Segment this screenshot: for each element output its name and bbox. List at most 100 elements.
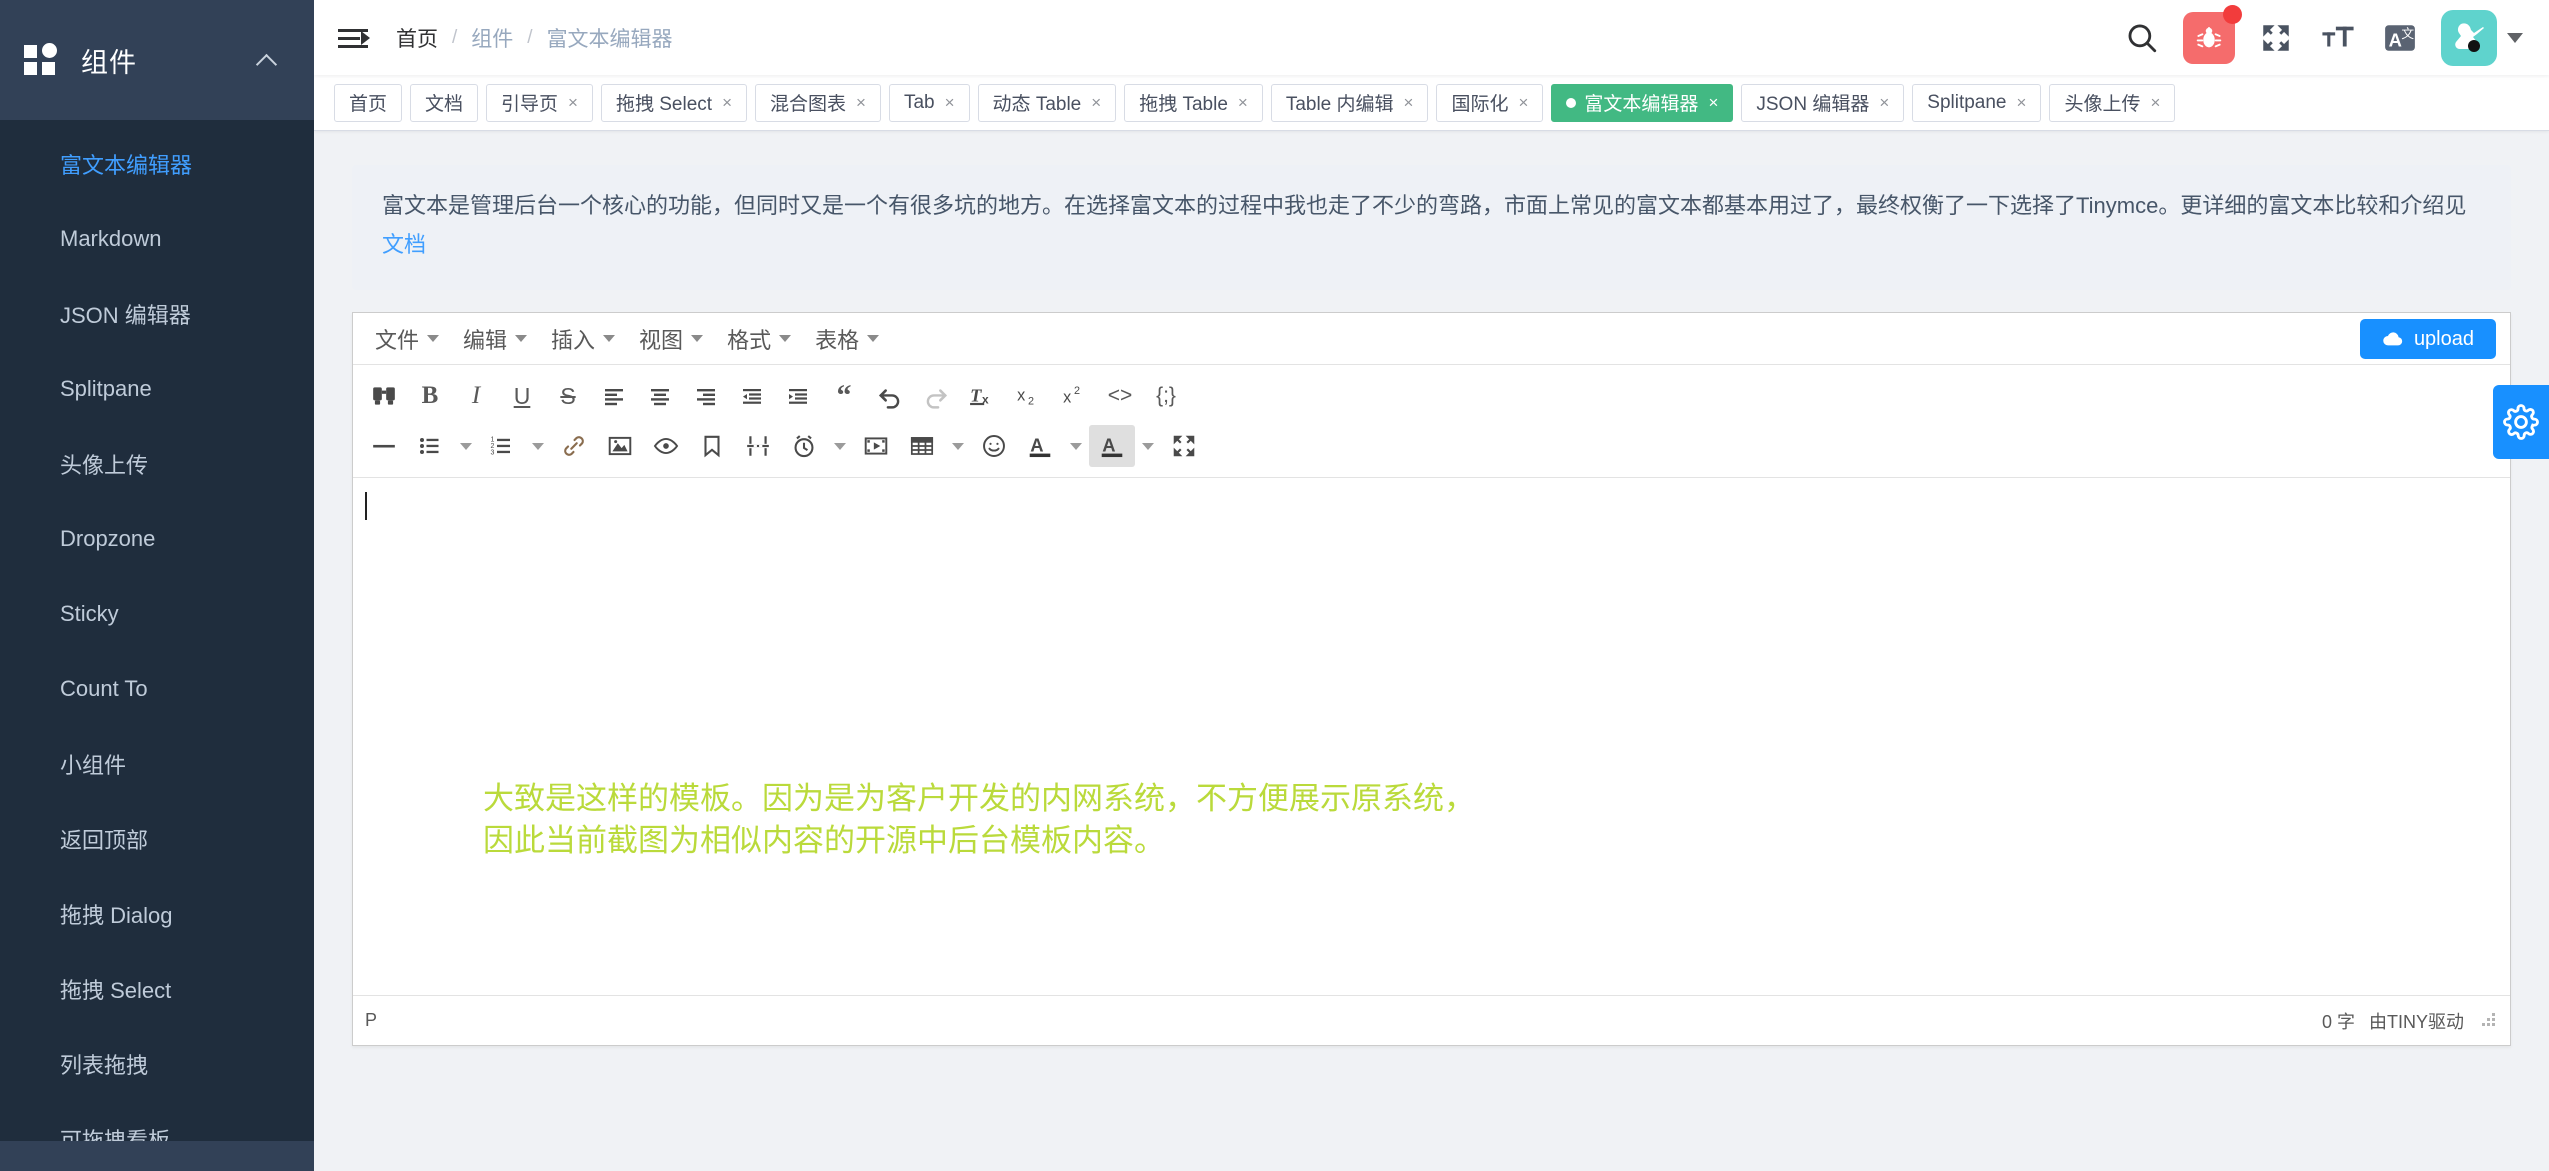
- chevron-up-icon[interactable]: [256, 49, 278, 71]
- tab-drag-select[interactable]: 拖拽 Select ×: [600, 83, 748, 122]
- font-size-icon[interactable]: [2317, 17, 2359, 59]
- insertdatetime-icon[interactable]: [781, 425, 827, 467]
- media-icon[interactable]: [853, 425, 899, 467]
- tab-splitpane[interactable]: Splitpane ×: [1912, 83, 2042, 122]
- sidebar-item-rich-text-editor[interactable]: 富文本编辑器: [0, 126, 314, 201]
- pagebreak-icon[interactable]: [735, 425, 781, 467]
- forecolor-icon[interactable]: A: [1017, 425, 1063, 467]
- status-element-path[interactable]: P: [365, 1010, 377, 1031]
- redo-icon[interactable]: [913, 375, 959, 417]
- sidebar-item-drag-list[interactable]: 列表拖拽: [0, 1026, 314, 1101]
- sidebar-item-avatar-upload[interactable]: 头像上传: [0, 426, 314, 501]
- numlist-icon[interactable]: 123: [479, 425, 525, 467]
- avatar[interactable]: [2441, 9, 2497, 66]
- bullist-icon[interactable]: [407, 425, 453, 467]
- sidebar-item-drag-select[interactable]: 拖拽 Select: [0, 951, 314, 1026]
- search-icon[interactable]: [2121, 17, 2163, 59]
- emoticons-icon[interactable]: [971, 425, 1017, 467]
- underline-icon[interactable]: U: [499, 375, 545, 417]
- close-icon[interactable]: ×: [856, 94, 866, 111]
- resize-grip-icon[interactable]: [2478, 1011, 2498, 1031]
- sidebar-item-dropzone[interactable]: Dropzone: [0, 501, 314, 576]
- align-center-icon[interactable]: [637, 375, 683, 417]
- align-left-icon[interactable]: [591, 375, 637, 417]
- menu-format[interactable]: 格式: [715, 319, 803, 359]
- strikethrough-icon[interactable]: S: [545, 375, 591, 417]
- sidebar-item-json-editor[interactable]: JSON 编辑器: [0, 276, 314, 351]
- menu-edit[interactable]: 编辑: [451, 319, 539, 359]
- tab-rich-text-editor[interactable]: 富文本编辑器 ×: [1551, 83, 1734, 122]
- forecolor-dropdown-icon[interactable]: [1063, 425, 1089, 467]
- breadcrumb-item-home[interactable]: 首页: [396, 23, 438, 53]
- bullist-dropdown-icon[interactable]: [453, 425, 479, 467]
- tab-tab[interactable]: Tab ×: [888, 83, 970, 122]
- bold-icon[interactable]: B: [407, 375, 453, 417]
- editor-content-area[interactable]: 大致是这样的模板。因为是为客户开发的内网系统，不方便展示原系统， 因此当前截图为…: [353, 478, 2510, 995]
- bug-icon[interactable]: [2183, 4, 2242, 64]
- menu-view[interactable]: 视图: [627, 319, 715, 359]
- close-icon[interactable]: ×: [568, 94, 578, 111]
- searchreplace-icon[interactable]: [361, 375, 407, 417]
- superscript-icon[interactable]: x2: [1051, 375, 1097, 417]
- indent-icon[interactable]: [775, 375, 821, 417]
- table-icon[interactable]: [899, 425, 945, 467]
- subscript-icon[interactable]: x2: [1005, 375, 1051, 417]
- undo-icon[interactable]: [867, 375, 913, 417]
- close-icon[interactable]: ×: [722, 94, 732, 111]
- table-dropdown-icon[interactable]: [945, 425, 971, 467]
- sidebar-item-back-to-top[interactable]: 返回顶部: [0, 801, 314, 876]
- menu-table[interactable]: 表格: [803, 319, 891, 359]
- close-icon[interactable]: ×: [1238, 94, 1248, 111]
- sidebar-item-count-to[interactable]: Count To: [0, 651, 314, 726]
- tab-i18n[interactable]: 国际化 ×: [1436, 83, 1544, 122]
- tab-documentation[interactable]: 文档: [410, 83, 479, 122]
- sidebar-item-splitpane[interactable]: Splitpane: [0, 351, 314, 426]
- upload-button[interactable]: upload: [2359, 319, 2496, 359]
- insertdatetime-dropdown-icon[interactable]: [827, 425, 853, 467]
- settings-panel-toggle[interactable]: [2493, 385, 2549, 459]
- image-icon[interactable]: [597, 425, 643, 467]
- close-icon[interactable]: ×: [1518, 94, 1528, 111]
- info-alert-link[interactable]: 文档: [382, 232, 426, 257]
- backcolor-icon[interactable]: A: [1089, 425, 1135, 467]
- codesample-icon[interactable]: {;}: [1143, 375, 1189, 417]
- close-icon[interactable]: ×: [2017, 94, 2027, 111]
- tab-inline-edit-table[interactable]: Table 内编辑 ×: [1270, 83, 1429, 122]
- tab-dynamic-table[interactable]: 动态 Table ×: [977, 83, 1117, 122]
- tab-guide[interactable]: 引导页 ×: [486, 83, 593, 122]
- fullscreen-icon[interactable]: [2255, 17, 2297, 59]
- breadcrumb-item-components[interactable]: 组件: [471, 23, 513, 53]
- menu-file[interactable]: 文件: [363, 319, 451, 359]
- tab-mixed-chart[interactable]: 混合图表 ×: [755, 83, 881, 122]
- translate-icon[interactable]: A 文: [2379, 17, 2421, 59]
- close-icon[interactable]: ×: [1879, 94, 1889, 111]
- removeformat-icon[interactable]: Tx: [959, 375, 1005, 417]
- caret-down-icon[interactable]: [2507, 32, 2523, 43]
- sidebar-item-widgets[interactable]: 小组件: [0, 726, 314, 801]
- backcolor-dropdown-icon[interactable]: [1135, 425, 1161, 467]
- sidebar-header[interactable]: 组件: [0, 0, 314, 120]
- numlist-dropdown-icon[interactable]: [525, 425, 551, 467]
- italic-icon[interactable]: I: [453, 375, 499, 417]
- preview-icon[interactable]: [643, 425, 689, 467]
- link-icon[interactable]: [551, 425, 597, 467]
- tab-home[interactable]: 首页: [334, 83, 403, 122]
- blockquote-icon[interactable]: “: [821, 375, 867, 417]
- outdent-icon[interactable]: [729, 375, 775, 417]
- horizontal-rule-icon[interactable]: [361, 425, 407, 467]
- close-icon[interactable]: ×: [1404, 94, 1414, 111]
- fullscreen-icon[interactable]: [1161, 425, 1207, 467]
- close-icon[interactable]: ×: [1091, 94, 1101, 111]
- close-icon[interactable]: ×: [2150, 94, 2160, 111]
- avatar-dropdown[interactable]: [2441, 9, 2523, 66]
- close-icon[interactable]: ×: [1708, 94, 1718, 111]
- sidebar-item-drag-dialog[interactable]: 拖拽 Dialog: [0, 876, 314, 951]
- sidebar-item-markdown[interactable]: Markdown: [0, 201, 314, 276]
- align-right-icon[interactable]: [683, 375, 729, 417]
- close-icon[interactable]: ×: [945, 94, 955, 111]
- sidebar-item-sticky[interactable]: Sticky: [0, 576, 314, 651]
- code-icon[interactable]: <>: [1097, 375, 1143, 417]
- status-branding[interactable]: 由TINY驱动: [2369, 1008, 2464, 1034]
- tab-avatar-upload[interactable]: 头像上传 ×: [2049, 83, 2176, 122]
- menu-fold-icon[interactable]: [332, 16, 376, 60]
